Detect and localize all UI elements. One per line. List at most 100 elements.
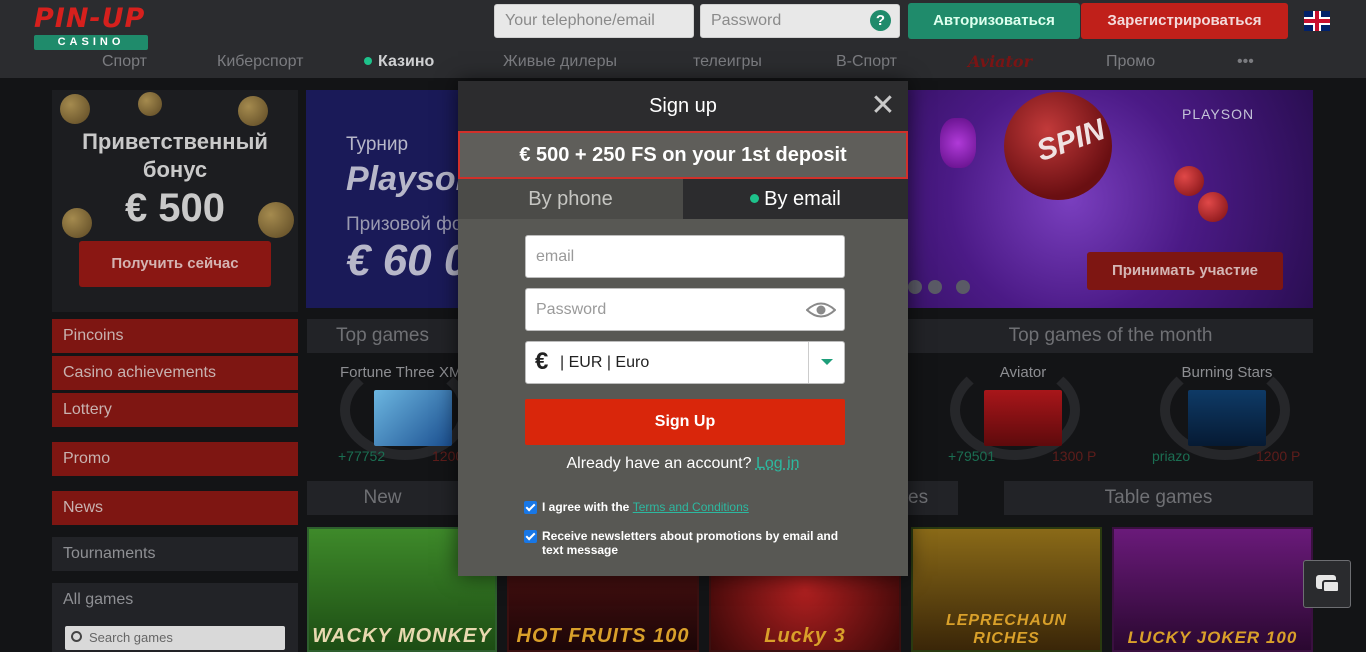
help-icon[interactable]: ? bbox=[870, 10, 891, 31]
nav-item-casino[interactable]: Казино bbox=[364, 50, 434, 74]
login-link[interactable]: Log in bbox=[756, 455, 800, 472]
tab-by-email-label: By email bbox=[764, 188, 841, 210]
game-tile[interactable]: LUCKY JOKER 100 bbox=[1112, 527, 1313, 652]
section-table-games-label: Table games bbox=[1104, 487, 1213, 508]
top-game-winner: +77752 bbox=[338, 448, 386, 464]
email-input[interactable] bbox=[526, 236, 844, 277]
welcome-bonus-title: Приветственный бонус bbox=[52, 128, 298, 184]
game-tile-label: LEPRECHAUN RICHES bbox=[945, 612, 1068, 647]
logo-sub-text: CASINO bbox=[34, 35, 148, 50]
newsletter-checkbox[interactable] bbox=[524, 530, 537, 543]
nav-more-icon[interactable]: ••• bbox=[1237, 50, 1254, 74]
nav-item-promo[interactable]: Промо bbox=[1106, 50, 1155, 74]
section-table-games[interactable]: Table games bbox=[1004, 481, 1313, 515]
section-slots-label: es bbox=[908, 487, 929, 508]
currency-select[interactable]: € | EUR | Euro bbox=[525, 341, 845, 384]
side-item-tournaments[interactable]: Tournaments bbox=[52, 537, 298, 571]
nav-item-aviator[interactable]: Aviator bbox=[968, 50, 1032, 74]
section-top-games-month: Top games of the month bbox=[908, 319, 1313, 353]
nav-item-live-dealers[interactable]: Живые дилеры bbox=[503, 50, 617, 74]
login-button[interactable]: Авторизоваться bbox=[908, 3, 1080, 39]
tab-by-phone[interactable]: By phone bbox=[458, 179, 683, 219]
already-have-account-text: Already have an account? bbox=[566, 455, 752, 472]
cherry-icon bbox=[1198, 192, 1228, 222]
side-item-lottery[interactable]: Lottery bbox=[52, 393, 298, 427]
cherry-icon bbox=[1174, 166, 1204, 196]
support-chat-button[interactable] bbox=[1303, 560, 1351, 608]
header-phone-email-input[interactable]: Your telephone/email bbox=[494, 4, 694, 38]
game-thumbnail bbox=[1188, 390, 1266, 446]
pinup-logo[interactable]: PIN-UP CASINO bbox=[34, 4, 148, 50]
uk-flag-icon[interactable] bbox=[1304, 11, 1330, 31]
top-game-card[interactable]: Burning Stars priazo 1200 P bbox=[1152, 364, 1302, 464]
terms-link[interactable]: Terms and Conditions bbox=[633, 500, 749, 514]
section-slots[interactable]: es bbox=[908, 481, 958, 515]
side-item-promo[interactable]: Promo bbox=[52, 442, 298, 476]
section-top-games-month-label: Top games of the month bbox=[1008, 325, 1213, 346]
currency-value: | EUR | Euro bbox=[560, 354, 650, 371]
search-games-placeholder: Search games bbox=[89, 630, 173, 645]
email-field[interactable] bbox=[525, 235, 845, 278]
coin-icon bbox=[238, 96, 268, 126]
already-have-account: Already have an account? Log in bbox=[458, 455, 908, 473]
welcome-bonus-line1: Приветственный bbox=[82, 129, 268, 154]
password-field[interactable] bbox=[525, 288, 845, 331]
playson-logo: PLAYSON bbox=[1182, 106, 1255, 122]
pagination-dot[interactable] bbox=[956, 280, 970, 294]
nav-item-casino-label: Казино bbox=[378, 53, 435, 70]
game-thumbnail bbox=[374, 390, 452, 446]
banner-tournament-label: Турнир bbox=[346, 134, 409, 155]
get-bonus-button[interactable]: Получить сейчас bbox=[79, 241, 271, 287]
side-item-news[interactable]: News bbox=[52, 491, 298, 525]
banner-tournament-brand: Playson bbox=[346, 160, 462, 198]
banner-prize-label: Призовой фонд bbox=[346, 214, 462, 235]
section-top-games: Top games bbox=[307, 319, 458, 353]
password-input[interactable] bbox=[526, 289, 844, 330]
side-item-pincoins[interactable]: Pincoins bbox=[52, 319, 298, 353]
welcome-bonus-card: Приветственный бонус € 500 Получить сейч… bbox=[52, 90, 298, 312]
top-game-prize: 1200 P bbox=[1256, 448, 1301, 464]
nav-item-tvgames[interactable]: телеигры bbox=[693, 50, 762, 74]
euro-icon: € bbox=[535, 348, 549, 375]
tab-by-email[interactable]: By email bbox=[683, 179, 908, 219]
top-game-title: Burning Stars bbox=[1181, 364, 1273, 381]
game-tile-label: HOT FRUITS 100 bbox=[516, 625, 690, 647]
welcome-bonus-line2: бонус bbox=[142, 157, 208, 182]
top-game-card[interactable]: Aviator +79501 1300 P bbox=[948, 364, 1098, 464]
search-games-input[interactable]: Search games bbox=[65, 626, 285, 650]
game-tile-label: LUCKY JOKER 100 bbox=[1127, 628, 1298, 647]
coin-icon bbox=[138, 92, 162, 116]
top-game-prize: 1300 P bbox=[1052, 448, 1097, 464]
close-icon[interactable]: ✕ bbox=[870, 91, 896, 121]
register-button[interactable]: Зарегистрироваться bbox=[1081, 3, 1288, 39]
chevron-down-icon bbox=[821, 359, 833, 365]
pagination-dot[interactable] bbox=[908, 280, 922, 294]
section-top-games-label: Top games bbox=[336, 325, 429, 346]
nav-item-sport[interactable]: Спорт bbox=[102, 50, 147, 74]
deposit-bonus-banner: € 500 + 250 FS on your 1st deposit bbox=[458, 131, 908, 179]
active-dot-icon bbox=[364, 57, 372, 65]
playson-spin-banner[interactable]: SPIN PLAYSON Принимать участие bbox=[908, 90, 1313, 308]
signup-button[interactable]: Sign Up bbox=[525, 399, 845, 445]
modal-header: Sign up ✕ bbox=[458, 81, 908, 131]
chat-icon bbox=[1322, 580, 1340, 593]
eye-icon[interactable] bbox=[806, 301, 836, 319]
game-tile[interactable]: LEPRECHAUN RICHES bbox=[911, 527, 1102, 652]
active-dot-icon bbox=[750, 194, 760, 203]
pagination-dot[interactable] bbox=[928, 280, 942, 294]
side-item-casino-achievements[interactable]: Casino achievements bbox=[52, 356, 298, 390]
search-icon bbox=[71, 631, 82, 642]
top-game-winner: priazo bbox=[1152, 448, 1191, 464]
nav-item-esport[interactable]: Киберспорт bbox=[217, 50, 303, 74]
terms-agreement: I agree with the Terms and Conditions bbox=[524, 500, 854, 516]
terms-checkbox[interactable] bbox=[524, 501, 537, 514]
grape-icon bbox=[940, 118, 976, 168]
participate-button[interactable]: Принимать участие bbox=[1087, 252, 1283, 290]
section-new[interactable]: New bbox=[307, 481, 458, 515]
tournament-banner[interactable]: Турнир Playson Призовой фонд € 60 0 bbox=[306, 90, 462, 308]
logo-main-text: PIN-UP bbox=[34, 3, 146, 34]
dropdown-toggle[interactable] bbox=[808, 342, 844, 383]
section-new-label: New bbox=[363, 487, 402, 508]
nav-item-vsport[interactable]: В-Спорт bbox=[836, 50, 897, 74]
side-item-all-games-label: All games bbox=[63, 591, 134, 608]
